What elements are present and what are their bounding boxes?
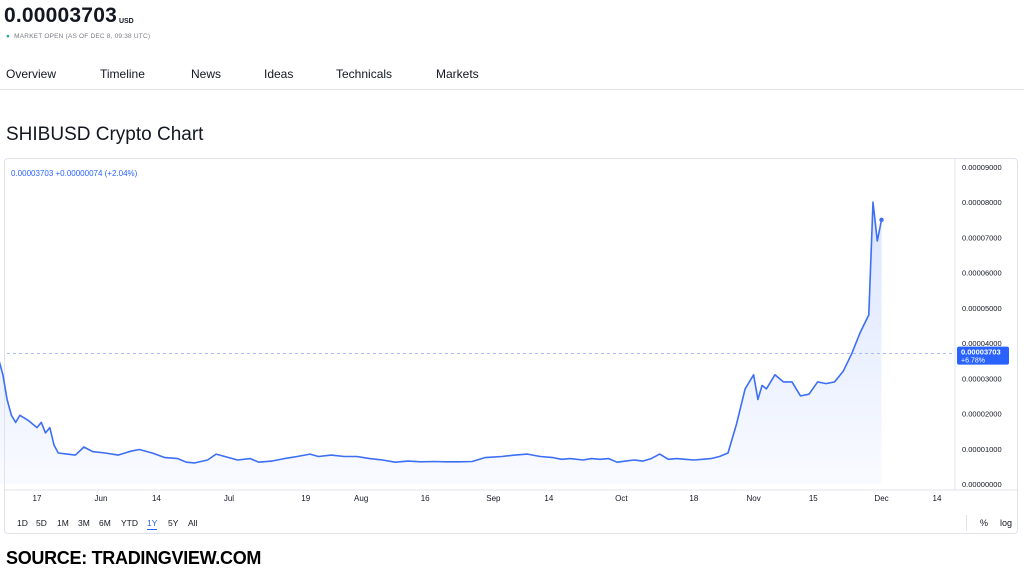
area-fill [0,202,882,484]
range-button-6m[interactable]: 6M [99,518,111,528]
range-button-ytd[interactable]: YTD [121,518,138,528]
range-button-5y[interactable]: 5Y [168,518,178,528]
y-tick-label: 0.00001000 [962,445,1002,454]
source-caption: SOURCE: TRADINGVIEW.COM [6,548,262,568]
y-tick-label: 0.00000000 [962,480,1002,489]
y-tick-label: 0.00002000 [962,410,1002,419]
x-tick-label: 14 [544,494,553,503]
x-tick-label: Jul [224,494,234,503]
x-tick-label: 14 [933,494,942,503]
y-tick-label: 0.00003000 [962,374,1002,383]
range-bar: 1D 5D 1M 3M 6M YTD 1Y 5Y All % log [4,512,1018,534]
last-point-marker [879,217,884,223]
range-button-1y[interactable]: 1Y [147,518,158,530]
x-tick-label: Jun [95,494,108,503]
last-change-label: +6.78% [961,358,985,365]
x-tick-label: Dec [874,494,888,503]
y-tick-label: 0.00005000 [962,304,1002,313]
range-button-all[interactable]: All [188,518,197,528]
y-tick-label: 0.00007000 [962,233,1002,242]
x-tick-label: 14 [152,494,161,503]
log-scale-button[interactable]: log [1000,518,1012,528]
x-tick-label: 18 [689,494,698,503]
y-tick-label: 0.00006000 [962,269,1002,278]
range-button-1m[interactable]: 1M [57,518,69,528]
range-button-5d[interactable]: 5D [36,518,47,528]
range-button-3m[interactable]: 3M [78,518,90,528]
chart-legend: 0.00003703 +0.00000074 (+2.04%) [11,169,138,178]
x-tick-label: Oct [615,494,628,503]
x-tick-label: 19 [301,494,310,503]
percent-scale-button[interactable]: % [980,518,988,528]
x-tick-label: 15 [809,494,818,503]
x-tick-label: Sep [486,494,501,503]
x-tick-label: Nov [746,494,760,503]
y-tick-label: 0.00009000 [962,163,1002,172]
x-tick-label: 17 [33,494,42,503]
x-tick-label: Aug [354,494,368,503]
range-button-1d[interactable]: 1D [17,518,28,528]
price-chart[interactable]: 0.00009000 0.00008000 0.00007000 0.00006000… [0,0,1024,579]
range-divider [966,515,967,531]
x-tick-label: 16 [421,494,430,503]
last-price-label: 0.00003703 [961,348,1001,357]
y-tick-label: 0.00008000 [962,198,1002,207]
